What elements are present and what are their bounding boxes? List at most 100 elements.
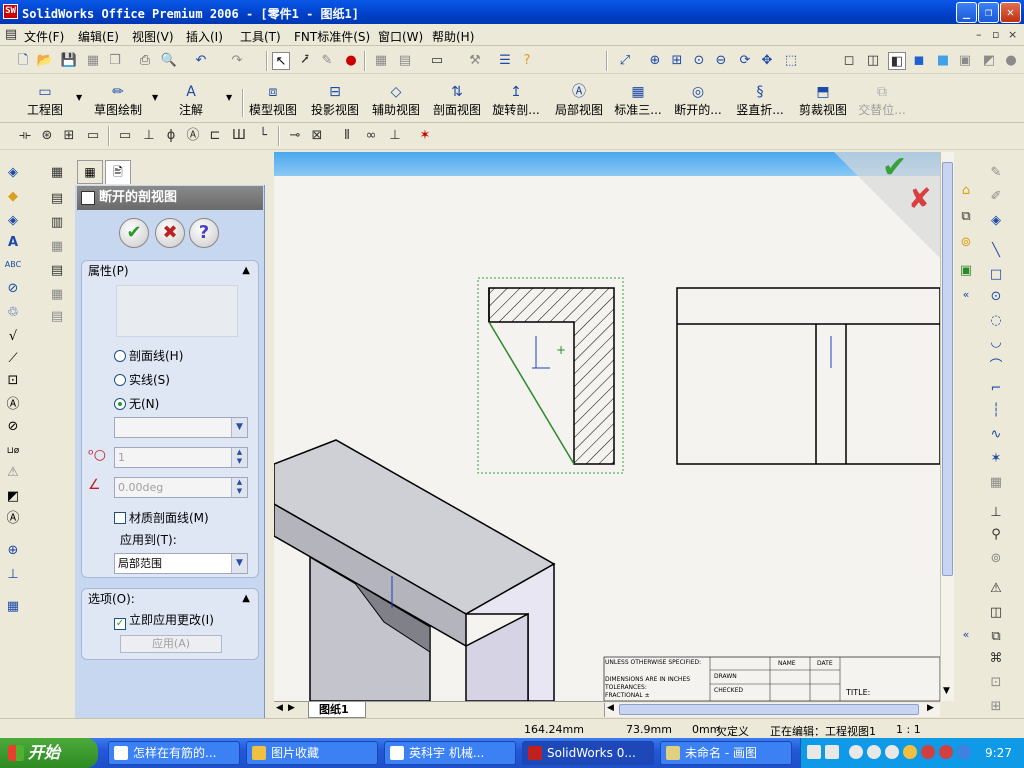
datum-target-icon[interactable]: Ⓐ — [184, 127, 202, 145]
view-palette-icon[interactable]: ▣ — [957, 262, 975, 280]
rectangle-icon[interactable]: □ — [987, 266, 1005, 284]
spin-icon[interactable]: ▲ ▼ — [231, 448, 247, 467]
tab-property-manager[interactable]: 🖹 — [105, 160, 131, 184]
cmd-crop-view[interactable]: ⬒ 剪裁视图 — [798, 83, 848, 118]
save-icon[interactable]: 💾 — [60, 52, 78, 70]
cmd-standard-3-view[interactable]: ▦ 标准三... — [612, 83, 664, 118]
horizontal-scrollbar[interactable]: ◀ ▶ — [604, 703, 940, 717]
cmd-aligned-section[interactable]: ↥ 旋转剖... — [490, 83, 542, 118]
center-mark-tool-icon[interactable]: ⊕ — [4, 542, 22, 560]
weld-icon[interactable]: ⊏ — [206, 127, 224, 145]
chevron-down-icon[interactable]: ▼ — [231, 418, 247, 437]
hscroll-right-icon[interactable]: ▶ — [927, 703, 934, 713]
centerline-sketch-icon[interactable]: ┆ — [987, 402, 1005, 420]
link-icon[interactable]: ∞ — [362, 127, 380, 145]
scroll-thumb[interactable] — [942, 162, 953, 576]
network-icon[interactable] — [867, 745, 881, 759]
restore-button[interactable]: ❐ — [978, 2, 999, 23]
scale-input[interactable]: 1 ▲ ▼ — [114, 447, 248, 468]
security-icon[interactable] — [921, 745, 935, 759]
move-entity-icon[interactable]: ⊡ — [987, 674, 1005, 692]
spin-icon[interactable]: ▲ ▼ — [231, 478, 247, 497]
keyboard-icon[interactable] — [807, 745, 821, 759]
revision-icon[interactable]: ▥ — [48, 214, 66, 232]
mdi-restore-button[interactable]: ▫ — [992, 28, 999, 41]
print-preview-icon[interactable]: 🔍 — [160, 52, 178, 70]
menu-insert[interactable]: 插入(I) — [186, 28, 223, 45]
task-pictures[interactable]: 图片收藏 — [246, 741, 378, 765]
mdi-close-button[interactable]: × — [1008, 28, 1017, 41]
cmd-detail-view[interactable]: Ⓐ 局部视图 — [554, 83, 604, 118]
home-icon[interactable]: ⌂ — [957, 182, 975, 200]
surface-finish-icon[interactable]: √ — [4, 328, 22, 346]
zoom-in-out-icon[interactable]: ⊙ — [690, 52, 708, 70]
menu-tools[interactable]: 工具(T) — [240, 28, 281, 45]
vertical-scrollbar[interactable]: ▼ — [940, 152, 954, 701]
menu-view[interactable]: 视图(V) — [132, 28, 174, 45]
print-icon[interactable]: ⎙ — [136, 52, 154, 70]
design-table-icon[interactable]: ▤ — [48, 308, 66, 326]
split-icon[interactable]: ⧉ — [987, 628, 1005, 646]
options-group-header[interactable]: 选项(O): ▲ — [82, 589, 258, 609]
start-button[interactable]: 开始 — [0, 738, 98, 768]
zoom-area-icon[interactable]: ⊞ — [668, 52, 686, 70]
expand-left-icon-2[interactable]: « — [957, 626, 975, 644]
spline-icon[interactable]: ∿ — [987, 426, 1005, 444]
traffic-light-icon[interactable]: ● — [342, 52, 360, 70]
close-button[interactable]: ✕ — [1000, 2, 1021, 23]
baseline-icon[interactable]: ⊞ — [60, 127, 78, 145]
make-drawing-icon[interactable]: ▦ — [84, 52, 102, 70]
task-yingkeyu[interactable]: 英科宇 机械... — [384, 741, 516, 765]
zoom-fit-icon[interactable]: ⊕ — [646, 52, 664, 70]
point-icon[interactable]: ✶ — [987, 450, 1005, 468]
select-icon[interactable]: ↖ — [272, 52, 290, 70]
hidden-removed-icon[interactable]: ◧ — [888, 52, 906, 70]
realview-icon[interactable]: ● — [1002, 52, 1020, 70]
hscroll-left-icon[interactable]: ◀ — [607, 703, 614, 713]
geometric-tolerance-icon[interactable]: ⊡ — [4, 372, 22, 390]
menu-fnt[interactable]: FNT标准件(S) — [294, 28, 370, 45]
radio-hatch[interactable]: 剖面线(H) — [114, 347, 183, 364]
spell-check-icon[interactable]: ABC — [4, 256, 22, 274]
smart-dim-icon[interactable]: ✐ — [987, 188, 1005, 206]
table-tool-icon[interactable]: ▦ — [48, 164, 66, 182]
messenger-icon[interactable] — [885, 745, 899, 759]
redo-icon[interactable]: ↷ — [228, 52, 246, 70]
pattern-icon[interactable]: ⌘ — [987, 650, 1005, 668]
grid-icon[interactable]: ▦ — [372, 52, 390, 70]
tab-sheet1[interactable]: 图纸1 — [308, 702, 366, 718]
sketch-tool-icon[interactable]: ✎ — [987, 164, 1005, 182]
shaded-edges-icon[interactable]: ◼ — [910, 52, 928, 70]
center-mark-icon[interactable]: ⊥ — [140, 127, 158, 145]
annotation-dropdown-icon[interactable]: ▼ — [226, 93, 232, 102]
note-icon[interactable]: A — [4, 234, 22, 252]
shaded-icon[interactable]: ■ — [934, 52, 952, 70]
make-assembly-icon[interactable]: ❒ — [106, 52, 124, 70]
task-solidworks[interactable]: SolidWorks 0... — [522, 741, 654, 765]
arc-3pt-icon[interactable]: ⌒ — [987, 358, 1005, 376]
shadows-icon[interactable]: ▣ — [956, 52, 974, 70]
apply-to-select[interactable]: 局部范围 ▼ — [114, 553, 248, 574]
align-icon[interactable]: ⊥ — [386, 127, 404, 145]
balloon-icon[interactable]: ⊘ — [4, 280, 22, 298]
open-icon[interactable]: 📂 — [36, 52, 54, 70]
centerline-tool-icon[interactable]: ⊥ — [4, 566, 22, 584]
options-icon[interactable]: ⚒ — [466, 52, 484, 70]
radio-solid[interactable]: 实线(S) — [114, 371, 170, 388]
table-icon[interactable]: ▦ — [4, 598, 22, 616]
radio-none[interactable]: 无(N) — [114, 395, 159, 412]
properties-icon[interactable]: ☰ — [496, 52, 514, 70]
drawing-dropdown-icon[interactable]: ▼ — [76, 93, 82, 102]
mdi-minimize-button[interactable]: – — [976, 28, 982, 41]
hole-icon[interactable]: ⊠ — [308, 127, 326, 145]
collapse-icon[interactable]: ▲ — [242, 589, 250, 609]
block-icon[interactable]: Ⓐ — [4, 510, 22, 528]
cmd-projected-view[interactable]: ⊟ 投影视图 — [310, 83, 360, 118]
sketch-dropdown-icon[interactable]: ▼ — [152, 93, 158, 102]
ordinate-icon[interactable]: ⊛ — [38, 127, 56, 145]
nav-back-icon[interactable] — [849, 745, 863, 759]
extend-icon[interactable]: ⚲ — [987, 526, 1005, 544]
offset-icon[interactable]: ⊚ — [987, 550, 1005, 568]
menu-help[interactable]: 帮助(H) — [432, 28, 474, 45]
menu-edit[interactable]: 编辑(E) — [78, 28, 119, 45]
